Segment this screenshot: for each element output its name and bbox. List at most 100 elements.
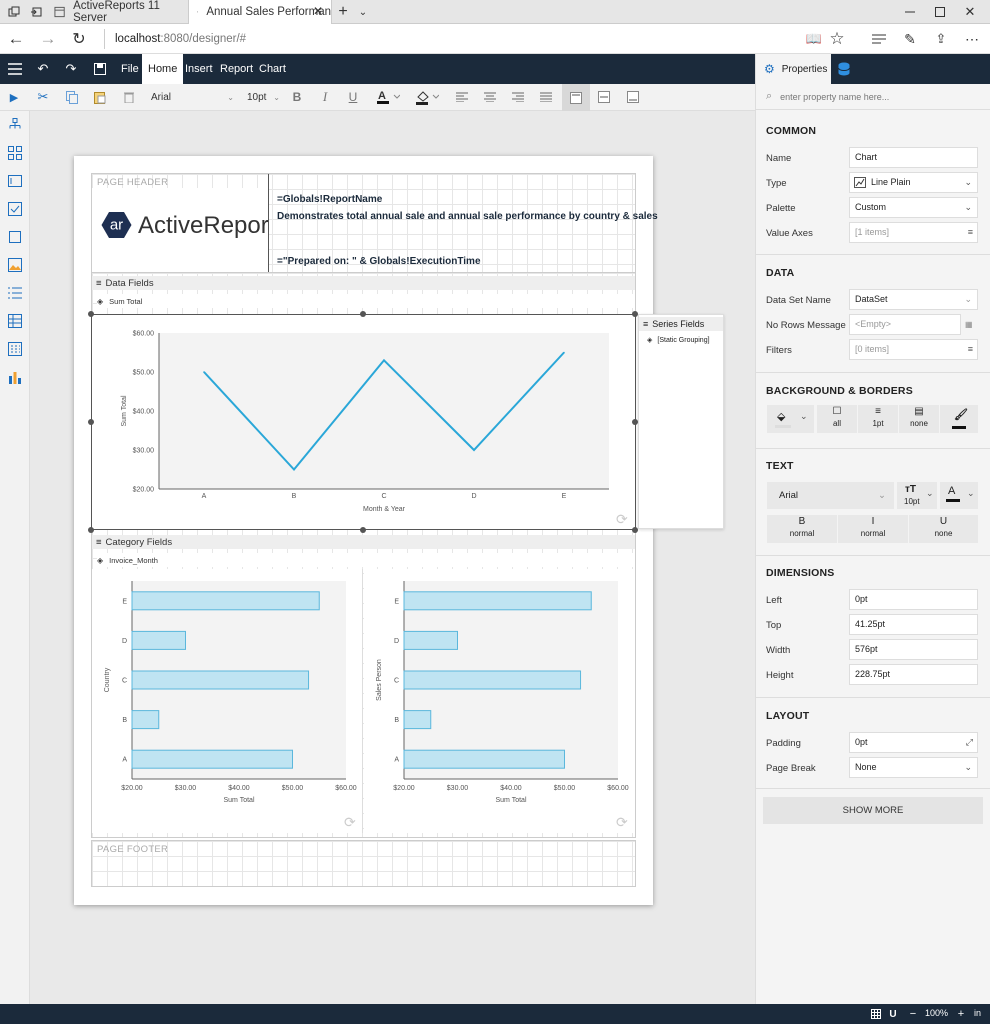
tab-actions-icon[interactable]: [6, 4, 22, 20]
close-tab-icon[interactable]: ✕: [313, 4, 323, 18]
refresh-chart-icon[interactable]: ⟳: [616, 814, 628, 831]
resize-handle[interactable]: [88, 527, 94, 533]
type-select[interactable]: Line Plain ⌄: [849, 172, 978, 193]
background-color-button[interactable]: ⬙ ⌄: [767, 405, 814, 433]
value-axes-field[interactable]: [1 items] ≡: [849, 222, 978, 243]
top-input[interactable]: 41.25pt: [849, 614, 978, 635]
text-decoration-button[interactable]: U none: [909, 515, 978, 543]
border-width-button[interactable]: ≡ 1pt: [858, 405, 898, 433]
hamburger-menu-icon[interactable]: [6, 61, 24, 77]
align-top-icon[interactable]: [562, 84, 590, 111]
align-bottom-icon[interactable]: [625, 89, 641, 105]
forward-icon[interactable]: →: [38, 29, 58, 48]
menu-file[interactable]: File: [115, 54, 145, 84]
redo-icon[interactable]: ↷: [62, 61, 80, 77]
align-left-icon[interactable]: [454, 89, 470, 105]
refresh-chart-icon[interactable]: ⟳: [344, 814, 356, 831]
bold-icon[interactable]: B: [290, 89, 304, 105]
show-more-button[interactable]: SHOW MORE: [763, 797, 983, 824]
matrix-tool-icon[interactable]: [7, 341, 23, 357]
refresh-icon[interactable]: ↻: [69, 30, 89, 48]
width-input[interactable]: 576pt: [849, 639, 978, 660]
group-editor-icon[interactable]: [7, 145, 23, 161]
align-right-icon[interactable]: [510, 89, 526, 105]
copy-icon[interactable]: [64, 89, 80, 105]
align-middle-icon[interactable]: [596, 89, 612, 105]
reading-view-icon[interactable]: 📖: [804, 30, 824, 48]
category-fields-zone[interactable]: ≡ Category Fields: [92, 535, 635, 549]
prepared-on-expression[interactable]: ="Prepared on: " & Globals!ExecutionTime: [277, 256, 481, 267]
text-color-select[interactable]: A ⌄: [940, 482, 978, 509]
zoom-level[interactable]: 100%: [925, 1008, 948, 1018]
textbox-tool-icon[interactable]: [7, 173, 23, 189]
category-field-item[interactable]: ◈ Invoice_Month: [97, 553, 635, 567]
delete-icon[interactable]: [121, 89, 137, 105]
page-break-select[interactable]: None ⌄: [849, 757, 978, 778]
tab-properties[interactable]: ⚙ Properties: [756, 54, 831, 84]
border-line-button[interactable]: ▤ none: [899, 405, 939, 433]
bar-chart-country[interactable]: $20.00 $30.00 $40.00 $50.00 $60.00 A B C D E Sum T…: [92, 569, 363, 833]
grid-toggle-icon[interactable]: [869, 1007, 883, 1021]
undo-icon[interactable]: ↶: [34, 61, 52, 77]
zoom-in-icon[interactable]: +: [954, 1007, 968, 1021]
menu-chart[interactable]: Chart: [253, 54, 292, 84]
italic-icon[interactable]: I: [318, 89, 332, 105]
more-icon[interactable]: ⋯: [962, 30, 982, 48]
expand-icon[interactable]: ⤢: [966, 733, 973, 752]
close-window-icon[interactable]: ✕: [960, 4, 980, 20]
border-color-button[interactable]: 🖌: [940, 405, 978, 433]
align-center-icon[interactable]: [482, 89, 498, 105]
underline-icon[interactable]: U: [346, 89, 360, 105]
padding-input[interactable]: 0pt ⤢: [849, 732, 978, 753]
page-footer-section[interactable]: [91, 840, 636, 887]
series-field-item[interactable]: ◈ [Static Grouping]: [639, 331, 723, 345]
font-family-select[interactable]: Arial ⌄: [146, 88, 238, 107]
paste-icon[interactable]: [92, 89, 108, 105]
justify-icon[interactable]: [538, 89, 554, 105]
collection-editor-icon[interactable]: ≡: [968, 223, 973, 242]
resize-handle[interactable]: [360, 527, 366, 533]
tab-activereports-server[interactable]: ActiveReports 11 Server: [46, 0, 188, 24]
report-explorer-icon[interactable]: [7, 117, 23, 133]
cut-icon[interactable]: ✂: [35, 89, 51, 105]
report-title-expression[interactable]: =Globals!ReportName: [277, 194, 382, 205]
name-input[interactable]: Chart: [849, 147, 978, 168]
chevron-down-icon[interactable]: ⌄: [356, 4, 370, 20]
no-rows-input[interactable]: <Empty>: [849, 314, 961, 335]
background-color-icon[interactable]: [414, 88, 440, 106]
run-preview-icon[interactable]: ▶: [7, 90, 21, 104]
property-search[interactable]: ⌕ enter property name here...: [756, 84, 990, 110]
logo-image[interactable]: ar ActiveReports: [92, 188, 269, 272]
snap-toggle-icon[interactable]: U: [886, 1007, 900, 1021]
web-note-icon[interactable]: ✎: [900, 30, 920, 48]
data-tab-database-icon[interactable]: [836, 61, 852, 77]
save-icon[interactable]: [91, 61, 109, 77]
maximize-icon[interactable]: [930, 4, 950, 20]
chart-tool-icon[interactable]: [7, 369, 23, 385]
data-fields-zone[interactable]: ≡ Data Fields: [92, 276, 635, 290]
share-icon[interactable]: ⇪: [931, 30, 951, 48]
series-fields-zone[interactable]: ≡ Series Fields ◈ [Static Grouping]: [638, 314, 724, 529]
text-size-select[interactable]: ᴛT 10pt ⌄: [897, 482, 937, 509]
container-tool-icon[interactable]: [7, 229, 23, 245]
border-style-button[interactable]: ☐ all: [817, 405, 857, 433]
resize-handle[interactable]: [88, 419, 94, 425]
collection-editor-icon[interactable]: ≡: [968, 340, 973, 359]
set-aside-tabs-icon[interactable]: [28, 4, 44, 20]
tab-annual-sales[interactable]: Annual Sales Performan ✕: [188, 0, 332, 24]
zoom-out-icon[interactable]: −: [906, 1007, 920, 1021]
resize-handle[interactable]: [88, 311, 94, 317]
image-tool-icon[interactable]: [7, 257, 23, 273]
font-weight-button[interactable]: B normal: [767, 515, 837, 543]
checkbox-tool-icon[interactable]: [7, 201, 23, 217]
left-input[interactable]: 0pt: [849, 589, 978, 610]
dataset-select[interactable]: DataSet ⌄: [849, 289, 978, 310]
font-size-select[interactable]: 10pt ⌄: [244, 88, 280, 107]
bar-chart-sales-person[interactable]: $20.00 $30.00 $40.00 $50.00 $60.00 A B C D E Sum T…: [364, 569, 635, 833]
units[interactable]: in: [974, 1008, 981, 1018]
filters-field[interactable]: [0 items] ≡: [849, 339, 978, 360]
palette-select[interactable]: Custom ⌄: [849, 197, 978, 218]
expression-icon[interactable]: ▦: [965, 320, 973, 329]
height-input[interactable]: 228.75pt: [849, 664, 978, 685]
new-tab-icon[interactable]: +: [334, 3, 352, 21]
